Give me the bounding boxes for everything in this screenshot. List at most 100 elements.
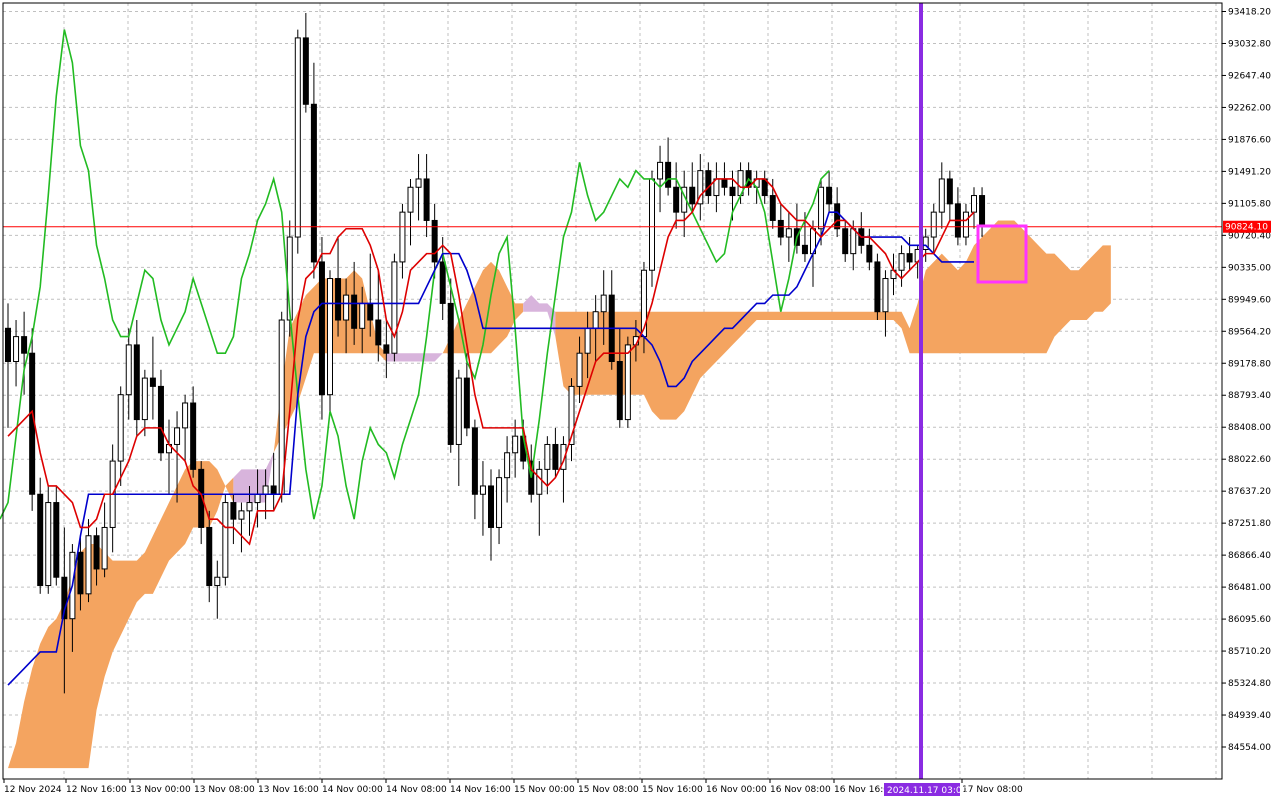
candle-bear <box>874 261 881 313</box>
time-tick-label: 14 Nov 16:00 <box>450 785 511 795</box>
candle-bull <box>214 576 221 587</box>
candle-bull <box>415 178 422 188</box>
candle-bull <box>262 485 269 495</box>
candle-bear <box>270 485 277 495</box>
time-tick-label: 13 Nov 16:00 <box>258 785 319 795</box>
candle-bear <box>149 377 156 387</box>
candle-bear <box>979 195 986 228</box>
candle-bull <box>850 228 857 255</box>
candle-bear <box>5 327 11 363</box>
candle-bear <box>206 526 213 587</box>
candle-bull <box>479 485 486 495</box>
candle-bull <box>101 526 108 570</box>
candle-bear <box>367 302 374 321</box>
candle-bull <box>504 452 511 479</box>
candle-bull <box>657 161 664 180</box>
candle-bear <box>351 294 358 329</box>
candle-bear <box>53 502 60 578</box>
time-tick-label: 12 Nov 2024 <box>4 785 62 795</box>
candle-bear <box>375 319 382 346</box>
candle-bear <box>133 344 140 421</box>
candle-bull <box>85 535 92 595</box>
candle-bear <box>488 485 494 528</box>
price-tick-label: 91876.60 <box>1228 135 1271 145</box>
candle-bear <box>665 161 672 188</box>
candle-bear <box>906 253 913 263</box>
price-tick-label: 93418.20 <box>1228 8 1271 18</box>
candle-bull <box>536 468 543 495</box>
candle-bear <box>93 535 100 570</box>
candle-bull <box>592 311 599 329</box>
time-tick-label: 14 Nov 00:00 <box>322 785 383 795</box>
candle-bear <box>230 502 237 520</box>
marker-date-label: 2024.11.17 03:00 <box>887 786 968 796</box>
price-tick-label: 91105.80 <box>1228 199 1271 209</box>
time-tick-label: 12 Nov 16:00 <box>66 785 127 795</box>
candle-bear <box>777 219 784 238</box>
candle-bull <box>898 253 905 271</box>
price-tick-label: 86095.60 <box>1228 615 1271 625</box>
price-tick-label: 86481.00 <box>1228 583 1271 593</box>
candle-bear <box>37 493 44 587</box>
candle-bull <box>294 37 301 238</box>
time-tick-label: 16 Nov 08:00 <box>770 785 831 795</box>
candle-bear <box>423 178 430 221</box>
candle-bull <box>238 510 245 520</box>
candle-bull <box>512 435 519 454</box>
candle-bear <box>801 244 808 255</box>
time-tick-label: 13 Nov 08:00 <box>194 785 255 795</box>
candle-bear <box>842 228 849 255</box>
candle-bull <box>785 228 792 238</box>
candle-bull <box>45 502 52 587</box>
candle-bull <box>174 427 181 445</box>
candle-bull <box>818 186 825 230</box>
candle-bull <box>576 352 583 387</box>
candle-bear <box>302 37 309 105</box>
candle-bull <box>649 178 655 271</box>
candle-bull <box>399 211 406 263</box>
time-tick-label: 15 Nov 16:00 <box>642 785 703 795</box>
candle-bear <box>383 344 390 354</box>
candle-bull <box>544 443 551 470</box>
candle-bull <box>962 211 969 238</box>
candle-bear <box>439 261 446 304</box>
candle-bear <box>310 103 317 263</box>
candle-bear <box>616 361 623 421</box>
price-tick-label: 92262.00 <box>1228 103 1271 113</box>
candle-bear <box>552 443 559 470</box>
time-tick-label: 15 Nov 08:00 <box>578 785 639 795</box>
candle-bear <box>689 186 696 205</box>
candle-bull <box>246 502 253 512</box>
candle-bear <box>705 170 712 197</box>
candle-bull <box>182 402 189 429</box>
candle-bear <box>866 244 873 263</box>
candle-bull <box>117 394 124 462</box>
candle-bull <box>125 344 132 396</box>
price-tick-label: 89564.20 <box>1228 327 1271 337</box>
price-tick-label: 86866.40 <box>1228 551 1271 561</box>
candle-bull <box>455 377 462 445</box>
time-tick-label: 15 Nov 00:00 <box>514 785 575 795</box>
candle-bull <box>496 477 503 528</box>
candle-bear <box>318 261 325 396</box>
price-tick-label: 90335.00 <box>1228 263 1271 273</box>
candle-bull <box>222 502 229 578</box>
candle-bear <box>471 427 478 495</box>
candle-bear <box>77 551 84 595</box>
current-price-label: 90824.10 <box>1225 223 1268 233</box>
price-tick-label: 85324.80 <box>1228 679 1271 689</box>
ichimoku-chart[interactable]: 93418.20 93032.80 92647.40 92262.00 91876.60… <box>0 0 1280 800</box>
price-tick-label: 88793.40 <box>1228 391 1271 401</box>
candle-bull <box>13 336 20 363</box>
candle-bull <box>391 261 398 354</box>
candle-bull <box>971 195 977 213</box>
candle-bull <box>327 278 333 396</box>
price-tick-label: 92647.40 <box>1228 71 1271 81</box>
price-tick-label: 88408.00 <box>1228 423 1271 433</box>
candle-bear <box>834 203 841 230</box>
price-tick-label: 93032.80 <box>1228 39 1271 49</box>
price-tick-label: 87637.20 <box>1228 487 1271 497</box>
time-tick-label: 16 Nov 00:00 <box>706 785 767 795</box>
time-tick-label: 14 Nov 08:00 <box>386 785 447 795</box>
price-tick-label: 84939.40 <box>1228 711 1271 721</box>
